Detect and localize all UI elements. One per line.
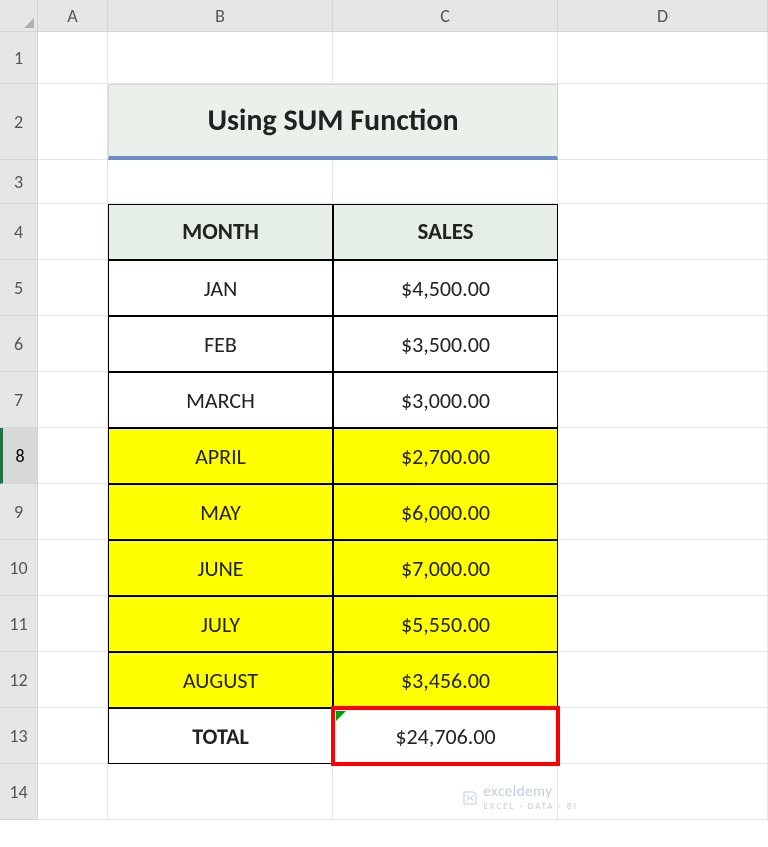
row-header-2[interactable]: 2 bbox=[0, 84, 38, 160]
cell-C3[interactable] bbox=[333, 160, 558, 204]
cell-A1[interactable] bbox=[38, 32, 108, 84]
cell-B14[interactable] bbox=[108, 764, 333, 820]
cell-A10[interactable] bbox=[38, 540, 108, 596]
cell-A8[interactable] bbox=[38, 428, 108, 484]
cell-D2[interactable] bbox=[558, 84, 768, 160]
col-header-B[interactable]: B bbox=[108, 0, 333, 32]
col-header-D[interactable]: D bbox=[558, 0, 768, 32]
cell-month[interactable]: APRIL bbox=[108, 428, 333, 484]
spreadsheet-grid: A B C D 1 2 Using SUM Function 3 4 MONTH… bbox=[0, 0, 768, 820]
cell-sales[interactable]: $3,500.00 bbox=[333, 316, 558, 372]
cell-D13[interactable] bbox=[558, 708, 768, 764]
select-all-corner[interactable] bbox=[0, 0, 38, 32]
row-header-1[interactable]: 1 bbox=[0, 32, 38, 84]
cell-A3[interactable] bbox=[38, 160, 108, 204]
cell-D12[interactable] bbox=[558, 652, 768, 708]
cell-A7[interactable] bbox=[38, 372, 108, 428]
cell-D7[interactable] bbox=[558, 372, 768, 428]
cell-D1[interactable] bbox=[558, 32, 768, 84]
cell-B3[interactable] bbox=[108, 160, 333, 204]
cell-sales[interactable]: $2,700.00 bbox=[333, 428, 558, 484]
cell-sales[interactable]: $7,000.00 bbox=[333, 540, 558, 596]
cell-month[interactable]: MARCH bbox=[108, 372, 333, 428]
row-header-7[interactable]: 7 bbox=[0, 372, 38, 428]
cell-sales[interactable]: $3,456.00 bbox=[333, 652, 558, 708]
cell-D4[interactable] bbox=[558, 204, 768, 260]
cell-A6[interactable] bbox=[38, 316, 108, 372]
watermark: exceldemy EXCEL · DATA · BI bbox=[462, 783, 578, 812]
cell-B1[interactable] bbox=[108, 32, 333, 84]
cell-A14[interactable] bbox=[38, 764, 108, 820]
row-header-3[interactable]: 3 bbox=[0, 160, 38, 204]
watermark-name: exceldemy bbox=[484, 783, 553, 801]
header-sales[interactable]: SALES bbox=[333, 204, 558, 260]
cell-A2[interactable] bbox=[38, 84, 108, 160]
cell-D11[interactable] bbox=[558, 596, 768, 652]
cell-sales[interactable]: $5,550.00 bbox=[333, 596, 558, 652]
title-cell[interactable]: Using SUM Function bbox=[108, 84, 558, 160]
cell-D6[interactable] bbox=[558, 316, 768, 372]
cell-D10[interactable] bbox=[558, 540, 768, 596]
cell-A11[interactable] bbox=[38, 596, 108, 652]
cell-D5[interactable] bbox=[558, 260, 768, 316]
row-header-8[interactable]: 8 bbox=[0, 428, 38, 484]
cell-A12[interactable] bbox=[38, 652, 108, 708]
cell-A13[interactable] bbox=[38, 708, 108, 764]
cell-A5[interactable] bbox=[38, 260, 108, 316]
cell-sales[interactable]: $6,000.00 bbox=[333, 484, 558, 540]
total-value[interactable]: $24,706.00 bbox=[333, 708, 558, 764]
cell-month[interactable]: JULY bbox=[108, 596, 333, 652]
row-header-9[interactable]: 9 bbox=[0, 484, 38, 540]
cell-month[interactable]: AUGUST bbox=[108, 652, 333, 708]
row-header-6[interactable]: 6 bbox=[0, 316, 38, 372]
cell-month[interactable]: FEB bbox=[108, 316, 333, 372]
cell-D9[interactable] bbox=[558, 484, 768, 540]
row-header-11[interactable]: 11 bbox=[0, 596, 38, 652]
cell-D8[interactable] bbox=[558, 428, 768, 484]
row-header-10[interactable]: 10 bbox=[0, 540, 38, 596]
cell-A4[interactable] bbox=[38, 204, 108, 260]
cell-A9[interactable] bbox=[38, 484, 108, 540]
cell-sales[interactable]: $3,000.00 bbox=[333, 372, 558, 428]
row-header-14[interactable]: 14 bbox=[0, 764, 38, 820]
cell-D3[interactable] bbox=[558, 160, 768, 204]
row-header-12[interactable]: 12 bbox=[0, 652, 38, 708]
row-header-5[interactable]: 5 bbox=[0, 260, 38, 316]
col-header-A[interactable]: A bbox=[38, 0, 108, 32]
cell-sales[interactable]: $4,500.00 bbox=[333, 260, 558, 316]
col-header-C[interactable]: C bbox=[333, 0, 558, 32]
total-label[interactable]: TOTAL bbox=[108, 708, 333, 764]
excel-icon bbox=[462, 790, 478, 806]
cell-month[interactable]: JAN bbox=[108, 260, 333, 316]
header-month[interactable]: MONTH bbox=[108, 204, 333, 260]
row-header-13[interactable]: 13 bbox=[0, 708, 38, 764]
cell-C1[interactable] bbox=[333, 32, 558, 84]
cell-D14[interactable] bbox=[558, 764, 768, 820]
row-header-4[interactable]: 4 bbox=[0, 204, 38, 260]
watermark-tag: EXCEL · DATA · BI bbox=[484, 801, 578, 812]
cell-month[interactable]: MAY bbox=[108, 484, 333, 540]
cell-month[interactable]: JUNE bbox=[108, 540, 333, 596]
